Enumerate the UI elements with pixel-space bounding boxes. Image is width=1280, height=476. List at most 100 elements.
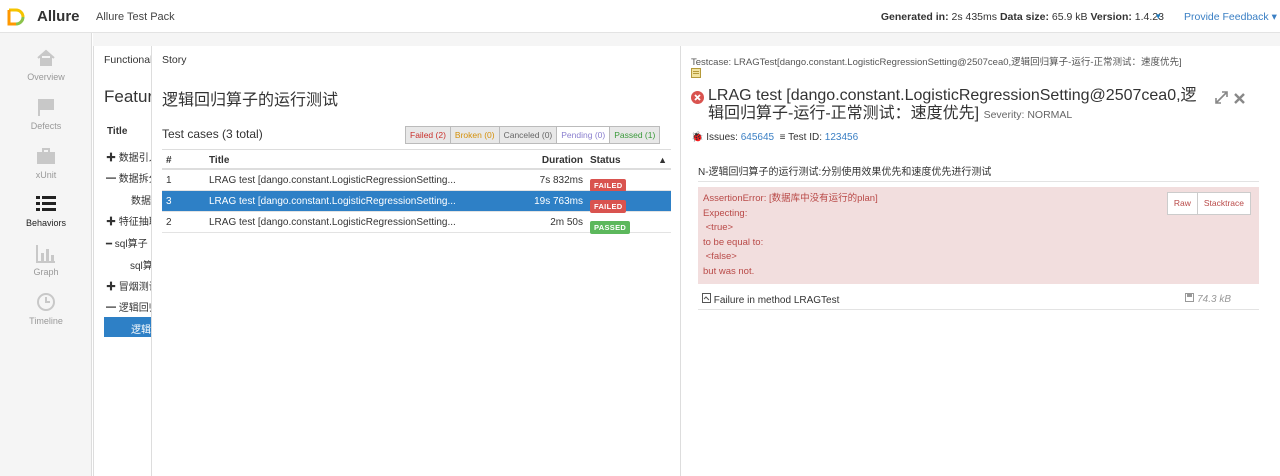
status-badge: PASSED	[590, 221, 631, 234]
report-icon[interactable]	[691, 68, 701, 78]
functional-label: Functional	[104, 54, 151, 66]
column-status[interactable]: Status	[590, 155, 621, 166]
testid-label: Test ID:	[788, 132, 822, 143]
version-label: Version:	[1090, 11, 1132, 23]
divider	[698, 181, 1259, 182]
sidebar-item-label: Graph	[33, 267, 59, 277]
sidebar-item-defects[interactable]: Defects	[0, 96, 92, 131]
row-duration: 19s 763ms	[534, 196, 583, 207]
stacktrace-button[interactable]: Stacktrace	[1196, 192, 1251, 215]
file-icon	[702, 293, 711, 303]
testcase-heading: LRAG test [dango.constant.LogisticRegres…	[708, 87, 1208, 124]
testcase-panel: Testcase: LRAGTest[dango.constant.Logist…	[681, 46, 1280, 476]
sidebar-item-label: Behaviors	[25, 218, 67, 228]
sidebar-item-timeline[interactable]: Timeline	[0, 291, 92, 326]
filter-canceled[interactable]: Canceled (0)	[498, 126, 558, 144]
report-name: Allure Test Pack	[96, 11, 175, 23]
row-num: 1	[166, 175, 172, 186]
report-stats: Generated in: 2s 435ms Data size: 65.9 k…	[881, 11, 1164, 23]
panel-tools	[1214, 90, 1246, 108]
issue-link[interactable]: 645645	[741, 132, 774, 143]
feature-row[interactable]: ━ 逻辑回归	[106, 299, 151, 314]
sidebar-item-graph[interactable]: Graph	[0, 242, 92, 277]
database-icon: ≡	[779, 132, 786, 143]
row-num: 2	[166, 217, 172, 228]
home-icon	[37, 49, 55, 66]
story-label: Story	[162, 54, 187, 66]
content-gap	[93, 33, 1280, 46]
raw-button[interactable]: Raw	[1166, 192, 1198, 215]
story-panel: Story 逻辑回归算子的运行测试 Test cases (3 total) F…	[151, 46, 681, 476]
column-num[interactable]: #	[166, 155, 172, 166]
feature-row[interactable]: ✚ 数据引入	[106, 149, 151, 164]
sidebar-item-overview[interactable]: Overview	[0, 47, 92, 82]
title-column-header[interactable]: Title	[107, 126, 127, 137]
list-icon	[36, 196, 56, 211]
testcase-title: LRAG test [dango.constant.LogisticRegres…	[708, 87, 1197, 122]
filter-broken[interactable]: Broken (0)	[449, 126, 500, 144]
story-heading: 逻辑回归算子的运行测试	[162, 92, 339, 109]
top-bar: Allure Allure Test Pack Generated in: 2s…	[0, 0, 1280, 33]
attachment-name: Failure in method LRAGTest	[702, 293, 839, 306]
status-filters: Failed (2) Broken (0) Canceled (0) Pendi…	[405, 126, 661, 144]
sidebar-item-label: xUnit	[35, 170, 57, 180]
testid-link[interactable]: 123456	[825, 132, 858, 143]
attachment-size: 74.3 kB	[1185, 293, 1231, 305]
column-duration[interactable]: Duration	[542, 155, 583, 166]
sidebar-item-label: Timeline	[29, 316, 63, 326]
error-line: <false>	[703, 251, 737, 262]
story-row-selected[interactable]: 逻辑	[104, 317, 151, 337]
column-title[interactable]: Title	[209, 155, 229, 166]
feature-row[interactable]: ━ sql算子	[106, 235, 148, 250]
testcase-meta: 🐞 Issues: 645645 ≡ Test ID: 123456	[691, 132, 858, 143]
row-title: LRAG test [dango.constant.LogisticRegres…	[209, 175, 456, 186]
filter-pending[interactable]: Pending (0)	[556, 126, 611, 144]
testcase-label: Testcase: LRAGTest[dango.constant.Logist…	[691, 57, 1182, 68]
allure-logo-icon[interactable]	[6, 7, 26, 27]
attachment-size-value: 74.3 kB	[1197, 294, 1231, 305]
expand-icon[interactable]	[1214, 90, 1229, 105]
feedback-link[interactable]: Provide Feedback ▾	[1184, 11, 1277, 23]
testcase-description: N-逻辑回归算子的运行测试:分别使用效果优先和速度优先进行测试	[698, 167, 992, 178]
size-label: Data size:	[999, 11, 1049, 23]
brand-name[interactable]: Allure	[37, 8, 80, 25]
briefcase-icon	[37, 148, 55, 164]
language-dropdown-icon[interactable]: ▾	[1156, 11, 1161, 22]
generated-label: Generated in:	[880, 11, 949, 23]
sort-asc-icon[interactable]: ▲	[658, 155, 667, 165]
functional-panel: Functional Feature Title ✚ 数据引入 ━ 数据拆分 数…	[93, 46, 151, 476]
row-duration: 2m 50s	[550, 217, 583, 228]
error-line: but was not.	[703, 265, 755, 277]
feature-row[interactable]: ✚ 特征抽取	[106, 213, 151, 228]
test-case-count: Test cases (3 total)	[162, 127, 263, 141]
sidebar-item-behaviors[interactable]: Behaviors	[0, 193, 92, 228]
bug-icon: 🐞	[691, 132, 704, 143]
issues-label: Issues:	[706, 132, 738, 143]
severity: Severity: NORMAL	[983, 109, 1073, 121]
feature-row[interactable]: ━ 数据拆分	[106, 170, 151, 185]
failed-status-icon	[691, 91, 704, 104]
row-title: LRAG test [dango.constant.LogisticRegres…	[209, 217, 456, 228]
row-duration: 7s 832ms	[539, 175, 583, 186]
story-row[interactable]: 数据拆	[131, 192, 151, 207]
feedback-label: Provide Feedback	[1184, 11, 1269, 23]
error-view-buttons: Raw Stacktrace	[1166, 192, 1251, 215]
filter-failed[interactable]: Failed (2)	[405, 126, 451, 144]
error-line: to be equal to:	[703, 236, 764, 248]
close-icon[interactable]	[1233, 92, 1246, 105]
filter-passed[interactable]: Passed (1)	[609, 126, 661, 144]
feedback-caret-icon: ▾	[1271, 11, 1277, 23]
save-icon	[1185, 293, 1195, 302]
table-row-selected[interactable]: 3 LRAG test [dango.constant.LogisticRegr…	[162, 191, 671, 213]
feature-heading: Feature	[104, 87, 151, 106]
attachment-label: Failure in method LRAGTest	[713, 295, 840, 306]
table-row[interactable]: 1 LRAG test [dango.constant.LogisticRegr…	[162, 170, 671, 192]
sidebar-item-label: Defects	[30, 121, 62, 131]
sidebar-item-xunit[interactable]: xUnit	[0, 145, 92, 180]
attachment-row[interactable]: Failure in method LRAGTest 74.3 kB	[698, 288, 1259, 310]
size-value: 65.9 kB	[1051, 11, 1088, 23]
story-row[interactable]: sql算	[130, 257, 151, 272]
clock-icon	[37, 293, 55, 311]
table-row[interactable]: 2 LRAG test [dango.constant.LogisticRegr…	[162, 212, 671, 234]
feature-row[interactable]: ✚ 冒烟测试	[106, 278, 151, 293]
